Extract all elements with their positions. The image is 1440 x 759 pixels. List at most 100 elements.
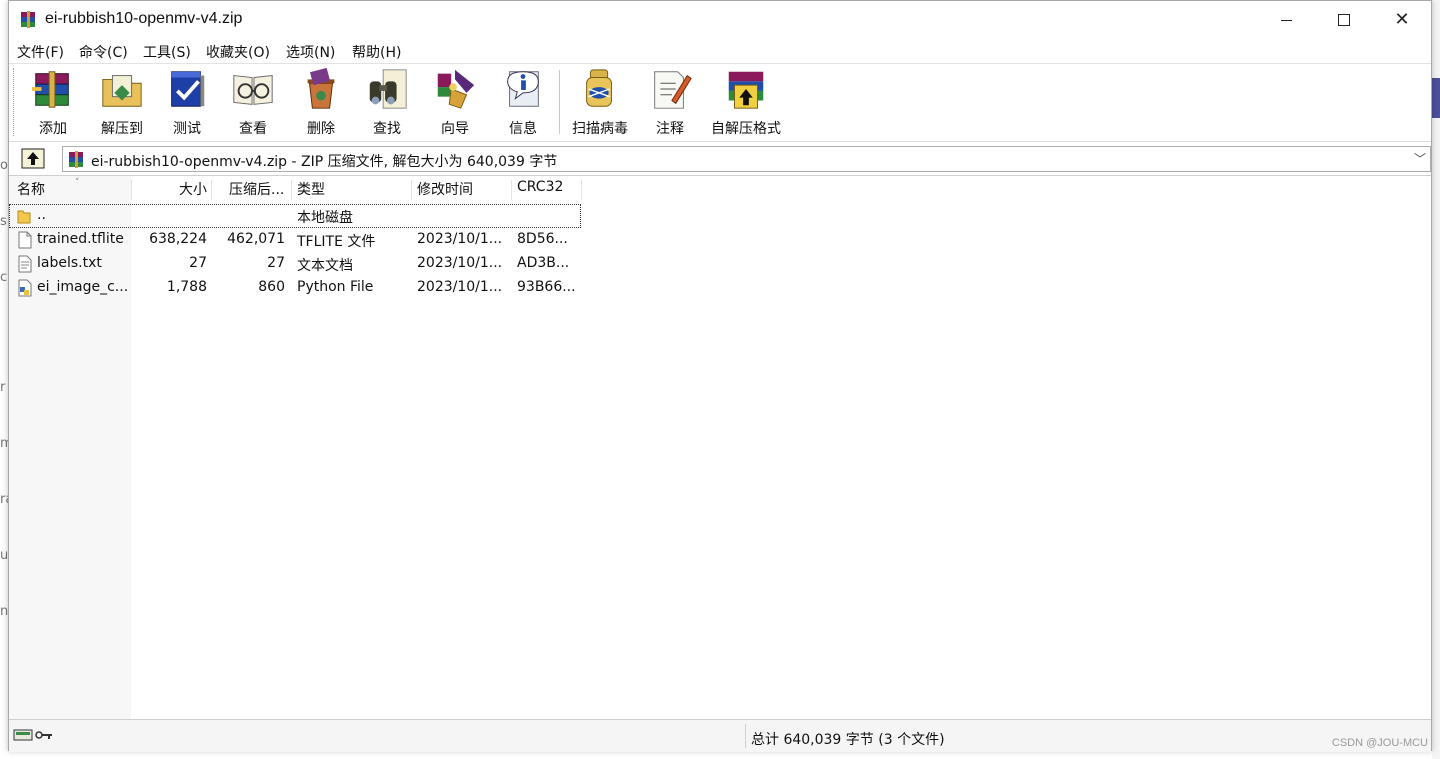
virus-scan-icon (586, 69, 612, 107)
file-type: 文本文档 (297, 258, 353, 274)
delete-label: 删除 (307, 121, 335, 137)
menu-options[interactable]: 选项(N) (286, 42, 335, 62)
add-button[interactable]: 添加 (23, 66, 83, 138)
window-title: ei-rubbish10-openmv-v4.zip (45, 10, 243, 27)
sfx-icon (728, 71, 764, 109)
background-text: s (0, 214, 7, 229)
sort-chevron-icon: ˅ (75, 178, 80, 188)
test-label: 测试 (173, 121, 201, 137)
menu-commands[interactable]: 命令(C) (79, 42, 128, 62)
status-drive-key-icon[interactable] (13, 728, 57, 742)
up-folder-icon[interactable] (21, 147, 45, 169)
minimize-button[interactable] (1257, 1, 1315, 39)
list-item[interactable]: labels.txt 27 27 文本文档 2023/10/1... AD3B.… (9, 252, 581, 276)
file-name: trained.tflite (37, 231, 124, 247)
file-packed: 27 (267, 255, 285, 271)
find-label: 查找 (373, 121, 401, 137)
view-label: 查看 (239, 121, 267, 137)
column-divider[interactable] (411, 180, 412, 200)
winrar-window: ei-rubbish10-openmv-v4.zip ✕ 文件(F) 命令(C)… (8, 0, 1432, 752)
file-name: labels.txt (37, 255, 102, 271)
wizard-label: 向导 (441, 121, 469, 137)
file-crc: 8D56... (517, 231, 568, 247)
extract-to-button[interactable]: 解压到 (91, 66, 153, 138)
column-divider[interactable] (211, 180, 212, 200)
list-item[interactable]: trained.tflite 638,224 462,071 TFLITE 文件… (9, 228, 581, 252)
close-icon: ✕ (1394, 9, 1410, 30)
extract-to-label: 解压到 (101, 121, 143, 137)
column-header-packed[interactable]: 压缩后... (229, 179, 284, 203)
toolbar-separator (559, 70, 560, 134)
background-text: o (0, 158, 8, 173)
info-button[interactable]: 信息 (497, 66, 549, 138)
column-divider[interactable] (511, 180, 512, 200)
wizard-button[interactable]: 向导 (425, 66, 485, 138)
text-file-icon (18, 255, 32, 273)
address-field[interactable]: ei-rubbish10-openmv-v4.zip - ZIP 压缩文件, 解… (62, 146, 1431, 172)
file-size: 27 (189, 255, 207, 271)
file-name: ei_image_c... (37, 279, 129, 295)
chevron-down-icon[interactable]: ﹀ (1414, 150, 1426, 167)
maximize-icon (1338, 14, 1350, 26)
file-crc: 93B66... (517, 279, 576, 295)
sfx-label: 自解压格式 (711, 121, 781, 137)
maximize-button[interactable] (1315, 1, 1373, 39)
virus-scan-label: 扫描病毒 (572, 121, 628, 137)
minimize-icon (1280, 19, 1292, 21)
background-text: n (0, 604, 9, 619)
column-header-crc[interactable]: CRC32 (517, 179, 563, 203)
close-button[interactable]: ✕ (1373, 1, 1431, 39)
comment-button[interactable]: 注释 (645, 66, 695, 138)
toolbar-grip (13, 68, 16, 136)
test-icon (171, 71, 205, 107)
list-item[interactable]: .. 本地磁盘 (9, 204, 581, 228)
find-icon (369, 69, 407, 109)
sfx-button[interactable]: 自解压格式 (705, 66, 787, 138)
column-header-size[interactable]: 大小 (131, 179, 207, 203)
background-accent-band (1432, 78, 1440, 118)
file-packed: 462,071 (227, 231, 285, 247)
file-type: TFLITE 文件 (297, 234, 376, 250)
file-icon (18, 231, 32, 249)
background-text: c (0, 270, 8, 285)
file-size: 1,788 (166, 279, 207, 295)
menu-favorites[interactable]: 收藏夹(O) (206, 42, 270, 62)
file-name: .. (37, 207, 46, 223)
file-modified: 2023/10/1... (417, 231, 503, 247)
delete-icon (307, 67, 335, 109)
comment-icon (654, 71, 692, 109)
status-bar: 总计 640,039 字节 (3 个文件) (9, 719, 1431, 752)
file-list: 名称 ˅ 大小 压缩后... 类型 修改时间 CRC32 .. 本地磁盘 trai… (9, 175, 1431, 720)
delete-button[interactable]: 删除 (295, 66, 347, 138)
column-header-type[interactable]: 类型 (297, 179, 325, 203)
background-text: r (0, 380, 6, 395)
background-text: u (0, 548, 9, 563)
extract-to-icon (102, 75, 142, 107)
virus-scan-button[interactable]: 扫描病毒 (567, 66, 633, 138)
comment-label: 注释 (656, 121, 684, 137)
column-header-label: 名称 (17, 182, 45, 198)
column-divider[interactable] (581, 180, 582, 200)
status-summary: 总计 640,039 字节 (3 个文件) (751, 732, 945, 748)
column-header-name[interactable]: 名称 ˅ (17, 178, 80, 203)
title-bar: ei-rubbish10-openmv-v4.zip ✕ (9, 1, 1431, 39)
menu-help[interactable]: 帮助(H) (352, 42, 401, 62)
file-modified: 2023/10/1... (417, 255, 503, 271)
column-divider[interactable] (291, 180, 292, 200)
find-button[interactable]: 查找 (359, 66, 415, 138)
python-file-icon (18, 279, 32, 297)
list-item[interactable]: ei_image_c... 1,788 860 Python File 2023… (9, 276, 581, 300)
archive-icon (69, 151, 83, 168)
file-crc: AD3B... (517, 255, 570, 271)
test-button[interactable]: 测试 (161, 66, 213, 138)
view-button[interactable]: 查看 (225, 66, 281, 138)
toolbar: 添加 解压到 测试 查看 删除 查找 向导 信息 扫描病毒 注释 自解压格式 (9, 63, 1431, 142)
watermark: CSDN @JOU-MCU (1331, 737, 1428, 749)
file-modified: 2023/10/1... (417, 279, 503, 295)
file-type: Python File (297, 279, 374, 295)
column-header-modified[interactable]: 修改时间 (417, 179, 473, 203)
address-text: ei-rubbish10-openmv-v4.zip - ZIP 压缩文件, 解… (91, 154, 558, 170)
menu-file[interactable]: 文件(F) (17, 42, 64, 62)
file-type: 本地磁盘 (297, 210, 353, 226)
menu-tools[interactable]: 工具(S) (143, 42, 191, 62)
